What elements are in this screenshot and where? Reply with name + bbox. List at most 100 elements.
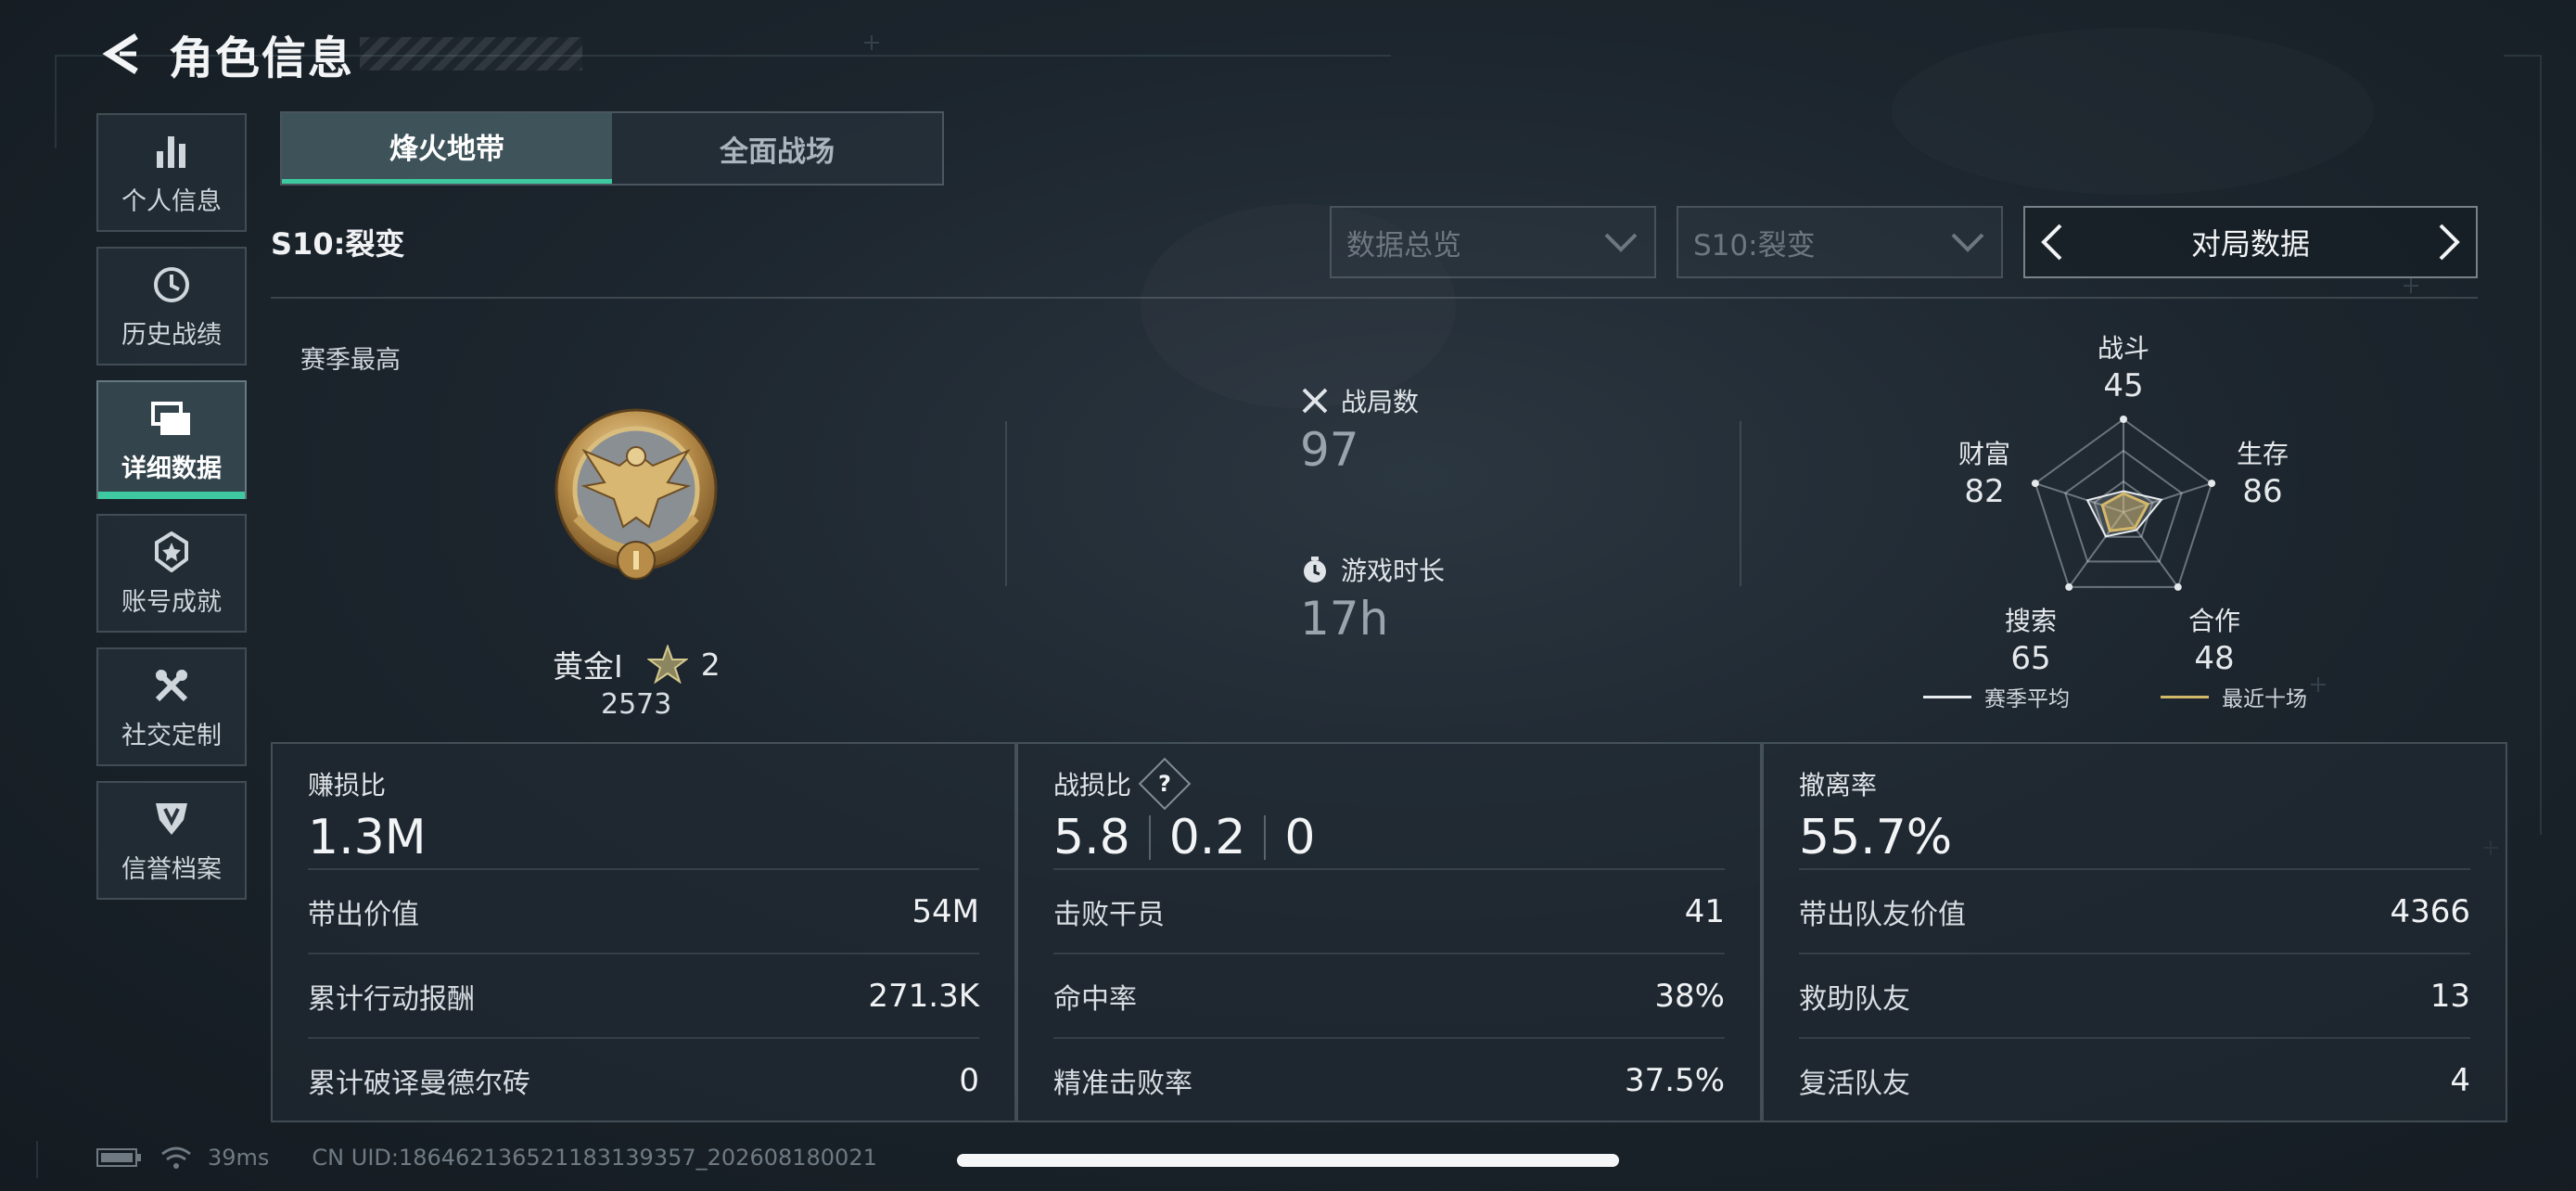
rank-tier: 黄金I (553, 648, 623, 685)
help-icon[interactable]: ? (1138, 757, 1192, 811)
rank-score: 2573 (601, 688, 672, 721)
battery-icon (96, 1148, 141, 1167)
sidebar-item-label: 信誉档案 (121, 854, 222, 884)
star-icon (646, 645, 688, 684)
list-item: 精准击败率 37.5% (1053, 1037, 1725, 1121)
matches-label: 战局数 (1341, 387, 1420, 417)
sidebar: 个人信息 历史战绩 详细数据 账号成就 社交定制 信誉档案 (96, 113, 247, 915)
card-main-value: 1.3M (308, 810, 427, 865)
gold-eagle-medal-icon (555, 408, 718, 580)
home-indicator[interactable] (957, 1154, 1619, 1167)
radar-vertex (2120, 416, 2127, 423)
medal-icon (149, 530, 194, 574)
overview-dropdown[interactable]: 数据总览 (1330, 206, 1656, 278)
sidebar-item-label: 个人信息 (121, 186, 222, 216)
vertical-divider (1005, 421, 1007, 586)
playtime-stat: 游戏时长 17h (1300, 551, 1445, 646)
history-clock-icon (149, 263, 194, 307)
legend-recent-ten: 最近十场 (2161, 681, 2307, 712)
card-title: 撤离率 (1799, 770, 1878, 800)
folder-icon (149, 396, 194, 441)
card-title-text: 战损比 (1053, 770, 1132, 800)
playtime-value: 17h (1300, 592, 1389, 646)
season-label: S10:裂变 (271, 226, 405, 262)
matches-value: 97 (1300, 423, 1359, 477)
rank-tier-row: 黄金I 2 (553, 642, 721, 686)
season-high-label: 赛季最高 (300, 346, 401, 375)
card-title: 战损比 ? (1053, 757, 1725, 811)
data-type-switcher: 对局数据 (2023, 206, 2478, 278)
ping-value: 39ms (208, 1145, 270, 1171)
radar-label-combat: 战斗 45 (2097, 333, 2149, 404)
list-item: 复活队友 4 (1799, 1037, 2470, 1121)
radar-label-search: 搜索 65 (2004, 606, 2057, 677)
list-item: 命中率 38% (1053, 953, 1725, 1037)
season-dropdown[interactable]: S10:裂变 (1677, 206, 2003, 278)
dropdown-value: S10:裂变 (1693, 228, 1816, 263)
user-uid: CN UID:186462136521183139357_20260818002… (312, 1145, 877, 1171)
kd-value: 5.8 (1053, 810, 1130, 865)
page-title: 角色信息 (169, 32, 355, 84)
stopwatch-icon (1300, 555, 1330, 584)
sidebar-item-social[interactable]: 社交定制 (96, 647, 247, 766)
wifi-icon (161, 1146, 191, 1169)
section-divider (271, 297, 2478, 299)
sidebar-item-detailed-data[interactable]: 详细数据 (96, 380, 247, 499)
legend-line (1923, 695, 1971, 698)
chevron-right-icon[interactable] (2435, 222, 2463, 263)
radar-label-cooperation: 合作 48 (2187, 606, 2240, 677)
sidebar-item-achievements[interactable]: 账号成就 (96, 514, 247, 633)
status-footer: 39ms CN UID:186462136521183139357_202608… (96, 1139, 877, 1176)
radar-vertex (2174, 583, 2182, 591)
legend-label: 最近十场 (2222, 687, 2307, 711)
chevron-left-icon[interactable] (2038, 222, 2066, 263)
sidebar-item-label: 账号成就 (121, 587, 222, 617)
radar-label-wealth: 财富 82 (1958, 439, 2010, 510)
list-item: 带出价值 54M (308, 868, 979, 953)
rank-stars: 2 (700, 646, 721, 683)
chevron-down-icon (1951, 233, 1984, 252)
switcher-label: 对局数据 (2190, 226, 2310, 262)
card-main-value: 55.7% (1799, 810, 1953, 865)
chevron-down-icon (1604, 233, 1638, 252)
list-item: 击败干员 41 (1053, 868, 1725, 953)
page-header: 角色信息 (93, 20, 583, 87)
card-main-value: 5.8 0.2 0 (1053, 807, 1725, 868)
radar-vertex (2065, 583, 2073, 591)
kd-value: 0 (1284, 810, 1316, 865)
kd-value: 0.2 (1168, 810, 1246, 865)
combat-card: 战损比 ? 5.8 0.2 0 击败干员 41 命中率 38% 精准击败率 37.5% (1016, 742, 1762, 1122)
sidebar-item-history[interactable]: 历史战绩 (96, 247, 247, 365)
radar-vertex (2031, 480, 2039, 488)
sidebar-item-personal-info[interactable]: 个人信息 (96, 113, 247, 232)
shield-icon (149, 797, 194, 841)
tab-warzone[interactable]: 烽火地带 (282, 113, 612, 184)
list-item: 带出队友价值 4366 (1799, 868, 2470, 953)
value-separator (1264, 815, 1267, 860)
legend-season-average: 赛季平均 (1923, 681, 2070, 712)
dropdown-value: 数据总览 (1346, 228, 1461, 263)
back-arrow-icon (102, 33, 138, 74)
vertical-divider (1740, 421, 1741, 586)
sidebar-item-label: 详细数据 (121, 454, 222, 483)
mode-tabs: 烽火地带 全面战场 (280, 111, 944, 186)
radar-vertex (2208, 480, 2216, 488)
title-decoration (360, 37, 583, 70)
back-button[interactable] (93, 26, 148, 82)
radar-label-survival: 生存 86 (2236, 439, 2289, 510)
list-item: 累计破译曼德尔砖 0 (308, 1037, 979, 1121)
playtime-label: 游戏时长 (1341, 556, 1446, 586)
sidebar-item-credit[interactable]: 信誉档案 (96, 781, 247, 900)
tools-icon (149, 663, 194, 708)
sidebar-item-label: 历史战绩 (121, 320, 222, 350)
list-item: 救助队友 13 (1799, 953, 2470, 1037)
profit-card: 赚损比 1.3M 带出价值 54M 累计行动报酬 271.3K 累计破译曼德尔砖 0 (271, 742, 1016, 1122)
extraction-card: 撤离率 55.7% 带出队友价值 4366 救助队友 13 复活队友 4 (1762, 742, 2507, 1122)
legend-line (2161, 695, 2209, 698)
tab-full-battlefield[interactable]: 全面战场 (612, 113, 942, 184)
matches-stat: 战局数 97 (1300, 382, 1419, 477)
card-title: 赚损比 (308, 770, 387, 800)
bar-chart-icon (149, 129, 194, 173)
list-item: 累计行动报酬 271.3K (308, 953, 979, 1037)
legend-label: 赛季平均 (1984, 687, 2070, 711)
